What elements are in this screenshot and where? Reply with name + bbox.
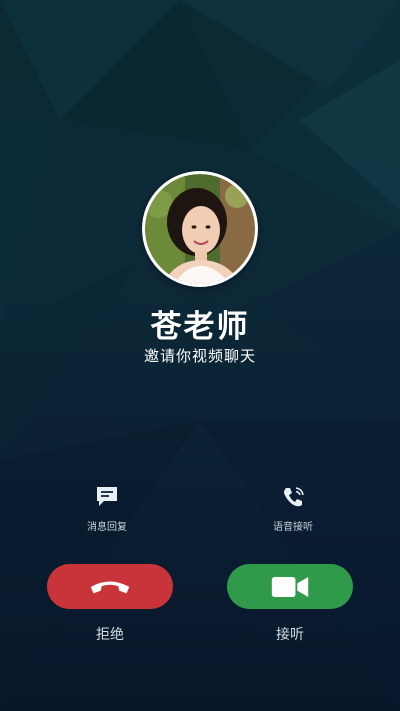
decline-label: 拒绝 xyxy=(96,627,124,643)
message-reply-label: 消息回复 xyxy=(87,522,127,533)
accept-label: 接听 xyxy=(276,627,304,643)
message-icon xyxy=(97,487,117,506)
phone-hangup-icon xyxy=(90,581,130,593)
accept-call-button[interactable] xyxy=(227,564,353,609)
caller-avatar xyxy=(145,174,255,284)
voice-answer-label: 语音接听 xyxy=(273,522,313,533)
caller-name: 苍老师 xyxy=(150,309,250,345)
video-camera-icon xyxy=(271,576,309,597)
voice-answer-action[interactable]: 语音接听 xyxy=(253,482,333,533)
message-reply-action[interactable]: 消息回复 xyxy=(67,482,147,533)
call-status-text: 邀请你视频聊天 xyxy=(143,347,256,365)
incoming-video-call-screen: 苍老师 邀请你视频聊天 消息回复 语音接听 拒绝 接听 xyxy=(0,0,400,711)
caller-avatar-frame xyxy=(142,171,258,287)
voice-call-icon xyxy=(284,487,304,507)
decline-call-button[interactable] xyxy=(47,564,173,609)
